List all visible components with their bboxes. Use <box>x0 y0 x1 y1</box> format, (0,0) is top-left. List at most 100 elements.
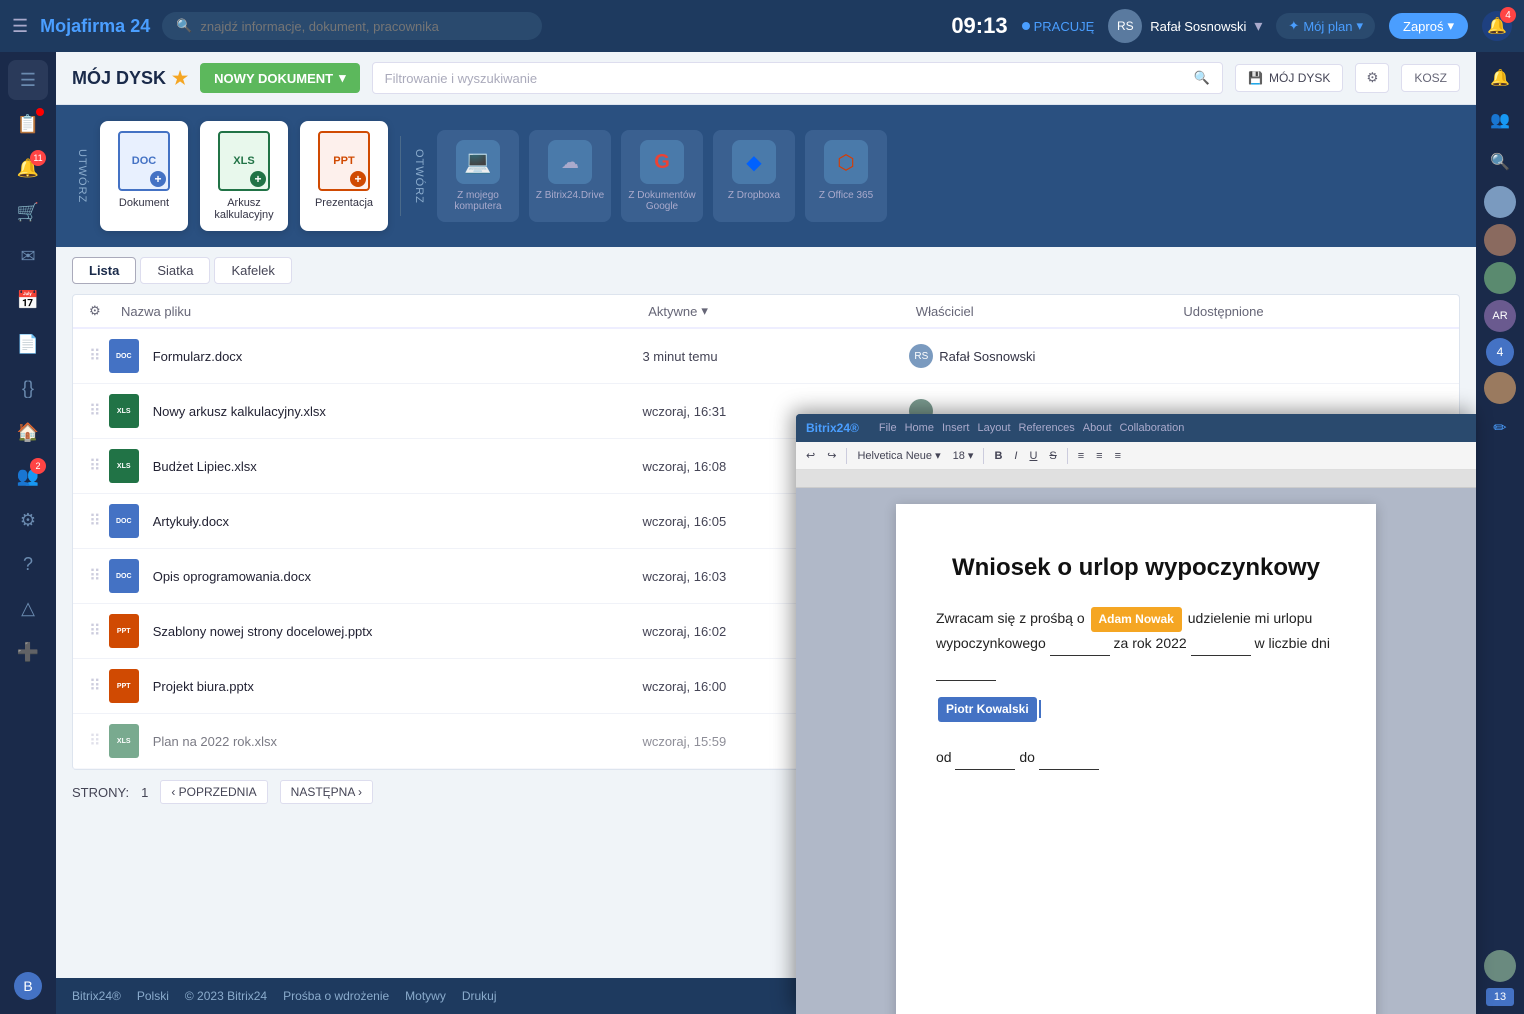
footer-proba-link[interactable]: Prośba o wdrożenie <box>283 989 389 1003</box>
invite-label: Zaproś <box>1403 19 1443 34</box>
create-word-card[interactable]: DOC + Dokument <box>100 121 188 231</box>
file-type-doc-badge: DOC <box>109 559 139 593</box>
hamburger-menu[interactable]: ☰ <box>12 16 28 37</box>
sidebar-item-home[interactable]: 🏠 <box>8 412 48 452</box>
my-disk-button[interactable]: 💾 MÓJ DYSK <box>1235 64 1343 92</box>
my-plan-button[interactable]: ✦ Mój plan ▾ <box>1276 13 1375 39</box>
right-bell-icon[interactable]: 🔔 <box>1482 60 1518 96</box>
italic-button[interactable]: I <box>1010 448 1021 464</box>
trash-button[interactable]: KOSZ <box>1401 64 1460 92</box>
file-type-doc-badge: DOC <box>109 339 139 373</box>
excel-card-label: Arkusz kalkulacyjny <box>208 197 280 221</box>
sidebar-item-feed[interactable]: 📋 <box>8 104 48 144</box>
redo-button[interactable]: ↪ <box>823 447 840 464</box>
settings-button[interactable]: ⚙ <box>1355 63 1389 93</box>
font-selector[interactable]: Helvetica Neue ▾ <box>853 447 944 464</box>
bold-button[interactable]: B <box>990 448 1006 464</box>
right-avatar-6[interactable] <box>1484 950 1516 982</box>
doc-type-ppt: PPT <box>333 155 354 167</box>
undo-button[interactable]: ↩ <box>802 447 819 464</box>
invite-button[interactable]: Zaproś ▾ <box>1389 13 1468 39</box>
strikethrough-button[interactable]: S <box>1045 448 1060 464</box>
next-page-button[interactable]: NASTĘPNA › <box>280 780 373 804</box>
status-display[interactable]: PRACUJĘ <box>1022 19 1095 34</box>
header-active[interactable]: Aktywne ▾ <box>648 303 908 319</box>
global-search-bar[interactable]: 🔍 <box>162 12 542 40</box>
sidebar-item-cart[interactable]: 🛒 <box>8 192 48 232</box>
footer-motywy-link[interactable]: Motywy <box>405 989 446 1003</box>
search-input[interactable] <box>200 19 528 34</box>
underline-button[interactable]: U <box>1025 448 1041 464</box>
sidebar-item-documents[interactable]: 📄 <box>8 324 48 364</box>
sidebar-item-settings[interactable]: ⚙ <box>8 500 48 540</box>
sidebar-item-notifications[interactable]: 🔔 11 <box>8 148 48 188</box>
sidebar-item-calendar[interactable]: 📅 <box>8 280 48 320</box>
create-label: Utwórz <box>76 149 88 203</box>
home-menu: Home <box>905 422 934 434</box>
sidebar-item-mail[interactable]: ✉ <box>8 236 48 276</box>
create-excel-card[interactable]: XLS + Arkusz kalkulacyjny <box>200 121 288 231</box>
align-center-button[interactable]: ≡ <box>1092 448 1106 464</box>
sidebar-item-menu[interactable]: ☰ <box>8 60 48 100</box>
new-document-button[interactable]: NOWY DOKUMENT ▾ <box>200 63 359 93</box>
align-left-button[interactable]: ≡ <box>1074 448 1088 464</box>
sidebar-item-add[interactable]: ➕ <box>8 632 48 672</box>
file-name-label: Opis oprogramowania.docx <box>153 569 311 584</box>
align-right-button[interactable]: ≡ <box>1111 448 1125 464</box>
sidebar-item-app[interactable]: B <box>8 966 48 1006</box>
tab-siatka[interactable]: Siatka <box>140 257 210 284</box>
code-icon: {} <box>22 378 34 399</box>
open-dropbox-card[interactable]: ◆ Z Dropboxa <box>713 130 795 222</box>
sidebar-item-triangle[interactable]: △ <box>8 588 48 628</box>
drive-icon: ☁ <box>548 140 592 184</box>
sidebar-item-code[interactable]: {} <box>8 368 48 408</box>
editor-body: Wniosek o urlop wypoczynkowy Zwracam się… <box>796 488 1476 1014</box>
right-pencil-icon[interactable]: ✏ <box>1482 410 1518 446</box>
sidebar-item-users[interactable]: 👥 2 <box>8 456 48 496</box>
file-type-doc-badge: DOC <box>109 504 139 538</box>
tab-lista[interactable]: Lista <box>72 257 136 284</box>
right-avatar-5[interactable] <box>1484 372 1516 404</box>
file-time-label: wczoraj, 16:02 <box>642 624 726 639</box>
doc-body-line2: od do <box>936 746 1336 771</box>
right-avatar-1[interactable] <box>1484 186 1516 218</box>
create-area: Utwórz DOC + Dokument XLS + Arkusz kalku… <box>56 105 1476 247</box>
file-name-label: Artykuły.docx <box>153 514 229 529</box>
open-google-card[interactable]: G Z Dokumentów Google <box>621 130 703 222</box>
open-computer-card[interactable]: 💻 Z mojego komputera <box>437 130 519 222</box>
header-active-label: Aktywne <box>648 304 697 319</box>
sub-nav: MÓJ DYSK ★ NOWY DOKUMENT ▾ Filtrowanie i… <box>56 52 1476 105</box>
comment-adam-nowak[interactable]: Adam Nowak <box>1091 607 1182 631</box>
create-ppt-card[interactable]: PPT + Prezentacja <box>300 121 388 231</box>
tab-kafelek[interactable]: Kafelek <box>214 257 291 284</box>
filter-bar[interactable]: Filtrowanie i wyszukiwanie 🔍 <box>372 62 1223 94</box>
filter-placeholder: Filtrowanie i wyszukiwanie <box>385 71 537 86</box>
feed-icon: 📋 <box>17 114 39 135</box>
right-people-icon[interactable]: 👥 <box>1482 102 1518 138</box>
view-tabs: Lista Siatka Kafelek <box>56 247 1476 294</box>
doc-type-excel: XLS <box>233 155 254 167</box>
page-title-text: MÓJ DYSK <box>72 68 166 89</box>
user-dropdown-icon[interactable]: ▾ <box>1254 16 1262 36</box>
open-office365-card[interactable]: ⬡ Z Office 365 <box>805 130 887 222</box>
sidebar-item-help[interactable]: ? <box>8 544 48 584</box>
file-type-pptx-badge: PPT <box>109 614 139 648</box>
prev-page-button[interactable]: ‹ POPRZEDNIA <box>160 780 267 804</box>
comment-piotr-kowalski[interactable]: Piotr Kowalski <box>938 697 1037 721</box>
right-avatar-2[interactable] <box>1484 224 1516 256</box>
file-type-xlsx-badge: XLS <box>109 724 139 758</box>
add-icon: ➕ <box>17 642 39 663</box>
footer-drukuj-link[interactable]: Drukuj <box>462 989 497 1003</box>
right-search-icon[interactable]: 🔍 <box>1482 144 1518 180</box>
notification-button[interactable]: 🔔 4 <box>1482 11 1512 41</box>
right-avatar-3[interactable] <box>1484 262 1516 294</box>
header-gear[interactable]: ⚙ <box>89 303 113 319</box>
star-icon[interactable]: ★ <box>172 68 188 89</box>
right-avatar-4[interactable]: AR <box>1484 300 1516 332</box>
footer-lang[interactable]: Polski <box>137 989 169 1003</box>
section-divider <box>400 136 401 216</box>
font-size[interactable]: 18 ▾ <box>949 447 978 464</box>
open-drive-card[interactable]: ☁ Z Bitrix24.Drive <box>529 130 611 222</box>
table-row[interactable]: ⠿ DOC Formularz.docx 3 minut temu RS Raf… <box>73 329 1459 384</box>
file-owner-col: RS Rafał Sosnowski <box>909 344 1176 368</box>
